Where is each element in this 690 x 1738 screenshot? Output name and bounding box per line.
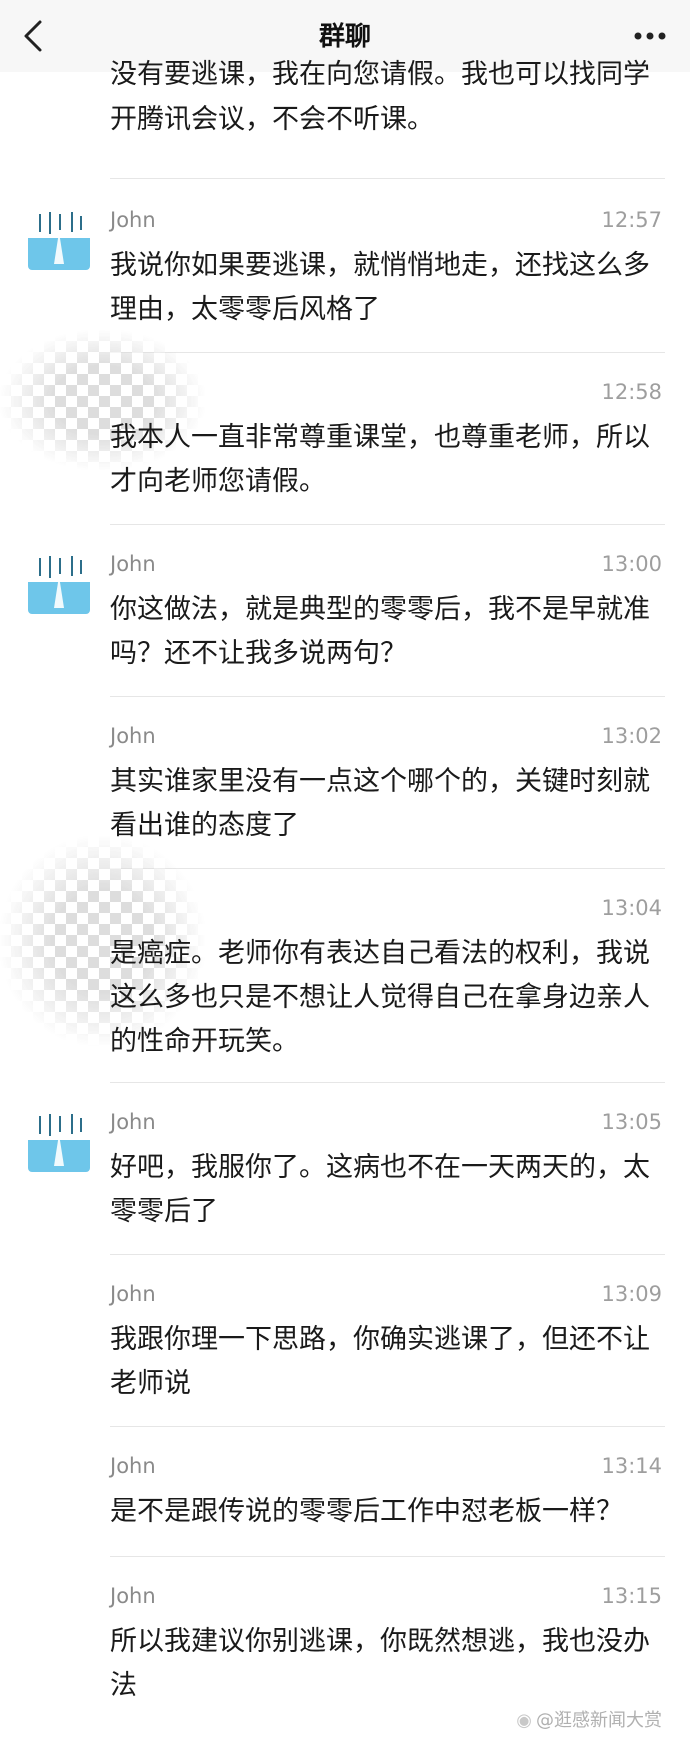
sender-name: John [110, 1110, 156, 1134]
page-title: 群聊 [318, 22, 371, 52]
avatar[interactable] [28, 208, 90, 270]
message-text: 我本人一直非常尊重课堂，也尊重老师，所以才向老师您请假。 [110, 422, 650, 497]
message-text: 我跟你理一下思路，你确实逃课了，但还不让老师说 [110, 1324, 650, 1399]
message-text: 所以我建议你别逃课，你既然想逃，我也没办法 [110, 1626, 650, 1701]
more-options-icon[interactable] [632, 24, 668, 48]
avatar[interactable] [28, 1110, 90, 1172]
sender-name: John [110, 552, 156, 576]
message-time: 12:57 [601, 208, 662, 232]
sender-name: John [110, 1282, 156, 1306]
divider [110, 696, 665, 697]
message-time: 13:04 [601, 896, 662, 920]
divider [110, 524, 665, 525]
message-text: 我说你如果要逃课，就悄悄地走，还找这么多理由，太零零后风格了 [110, 250, 650, 325]
message-text: 其实谁家里没有一点这个哪个的，关键时刻就看出谁的态度了 [110, 766, 650, 841]
message-time: 13:09 [601, 1282, 662, 1306]
sender-name: John [110, 1454, 156, 1478]
message-text: 是不是跟传说的零零后工作中怼老板一样？ [110, 1496, 623, 1527]
message-time: 12:58 [601, 380, 662, 404]
divider [110, 1254, 665, 1255]
message-time: 13:00 [601, 552, 662, 576]
message-time: 13:02 [601, 724, 662, 748]
divider [110, 1082, 665, 1083]
divider [110, 1556, 665, 1557]
message-time: 13:15 [601, 1584, 662, 1608]
divider [110, 1426, 665, 1427]
sender-name: John [110, 724, 156, 748]
partial-message-text: 没有要逃课，我在向您请假。我也可以找同学开腾讯会议，不会不听课。 [110, 59, 650, 135]
weibo-logo-icon: ◉ [516, 1710, 532, 1731]
sender-name: John [110, 1584, 156, 1608]
message-text: 你这做法，就是典型的零零后，我不是早就准吗？还不让我多说两句？ [110, 594, 650, 669]
sender-name: John [110, 208, 156, 232]
message-text: 是癌症。老师你有表达自己看法的权利，我说这么多也只是不想让人觉得自己在拿身边亲人… [110, 938, 650, 1057]
watermark: ◉ @逛感新闻大赏 [516, 1706, 662, 1732]
watermark-text: @逛感新闻大赏 [536, 1710, 662, 1731]
divider [110, 178, 665, 179]
message-time: 13:05 [601, 1110, 662, 1134]
avatar[interactable] [28, 552, 90, 614]
message-text: 好吧，我服你了。这病也不在一天两天的，太零零后了 [110, 1152, 650, 1227]
message-time: 13:14 [601, 1454, 662, 1478]
